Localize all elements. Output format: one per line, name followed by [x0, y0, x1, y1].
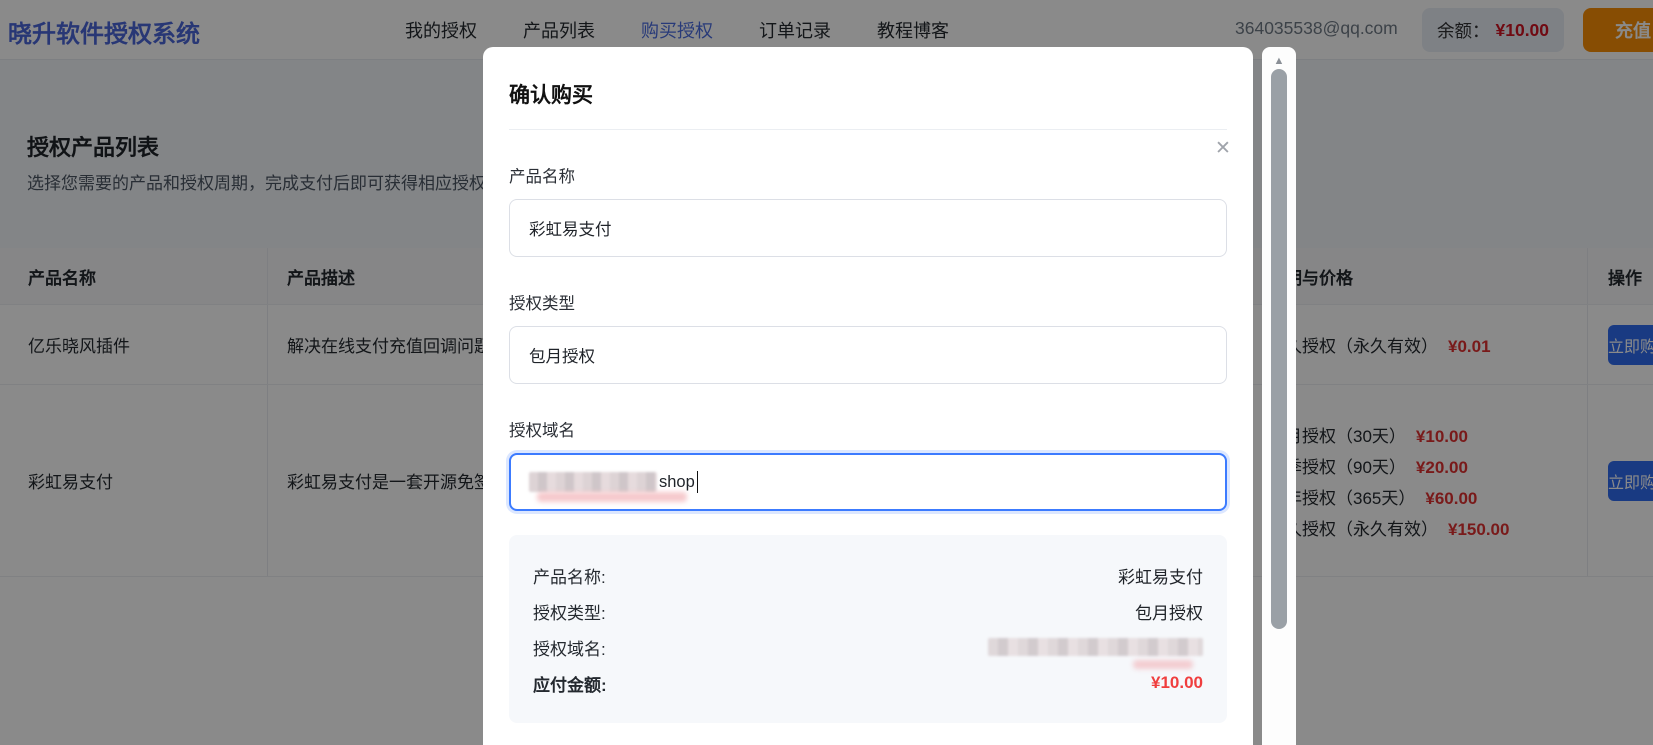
modal-scrollbar[interactable]: ▲ [1262, 47, 1296, 745]
scrollbar-thumb[interactable] [1271, 69, 1287, 629]
summary-label: 应付金额: [533, 671, 607, 696]
scroll-up-arrow-icon[interactable]: ▲ [1262, 55, 1296, 67]
product-name-field[interactable]: 彩虹易支付 [509, 199, 1227, 257]
close-icon[interactable]: ✕ [1209, 135, 1237, 163]
dialog-title: 确认购买 [509, 47, 1227, 109]
text-cursor [697, 471, 699, 493]
summary-row: 授权域名: [533, 629, 1203, 665]
product-name-label: 产品名称 [509, 163, 1227, 187]
redacted-domain-value [988, 638, 1203, 656]
summary-label: 产品名称: [533, 563, 606, 588]
summary-value: 包月授权 [1135, 599, 1203, 624]
license-type-field[interactable]: 包月授权 [509, 326, 1227, 384]
app-screen: 晓升软件授权系统 我的授权 产品列表 购买授权 订单记录 教程博客 364035… [0, 0, 1653, 745]
summary-value: 彩虹易支付 [1118, 563, 1203, 588]
summary-label: 授权类型: [533, 599, 606, 624]
license-type-label: 授权类型 [509, 290, 1227, 314]
summary-row: 授权类型: 包月授权 [533, 593, 1203, 629]
license-domain-label: 授权域名 [509, 417, 1227, 441]
summary-label: 授权域名: [533, 635, 606, 660]
domain-visible-tail: shop [659, 473, 695, 492]
summary-row-total: 应付金额: ¥10.00 [533, 665, 1203, 701]
redacted-domain-text [529, 472, 657, 492]
summary-row: 产品名称: 彩虹易支付 [533, 557, 1203, 593]
license-type-value: 包月授权 [529, 343, 595, 367]
dialog-header-divider [509, 129, 1227, 130]
license-domain-input[interactable]: shop [509, 453, 1227, 511]
order-summary-box: 产品名称: 彩虹易支付 授权类型: 包月授权 授权域名: 应付金额: ¥10.0… [509, 535, 1227, 723]
confirm-purchase-dialog: 确认购买 ✕ 产品名称 彩虹易支付 授权类型 包月授权 授权域名 shop 产品… [483, 47, 1253, 745]
product-name-value: 彩虹易支付 [529, 216, 612, 240]
amount-due-value: ¥10.00 [1151, 673, 1203, 693]
